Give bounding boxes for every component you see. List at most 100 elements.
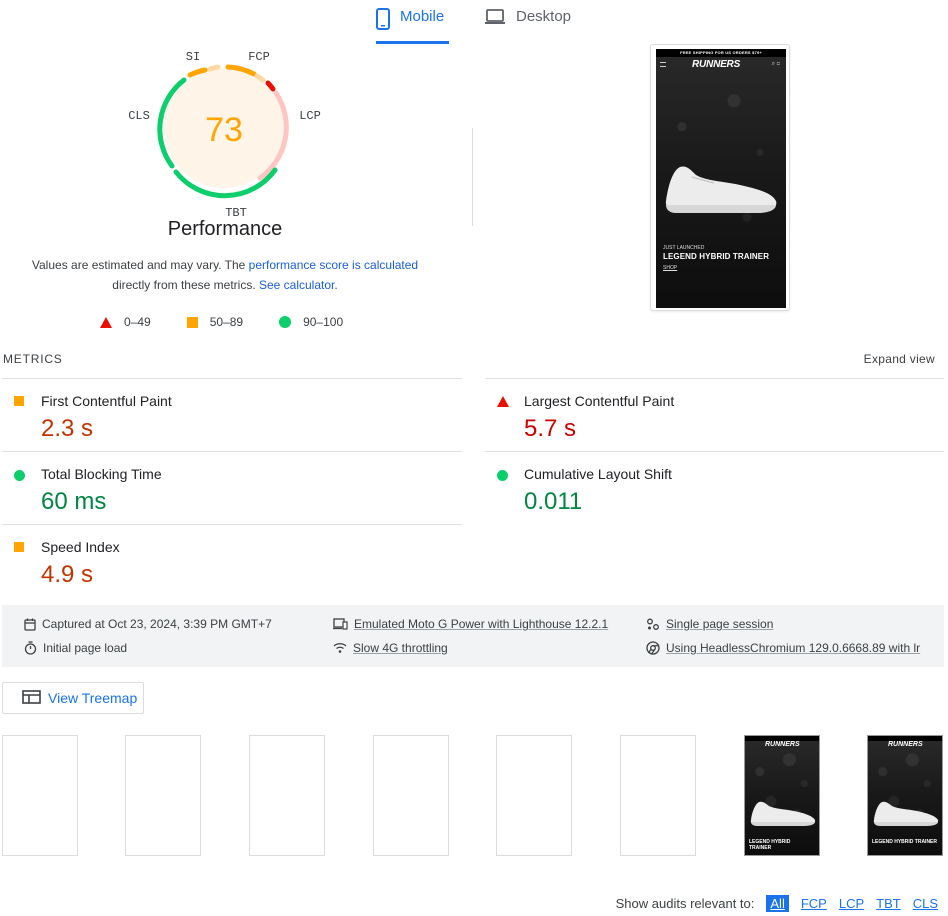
metric-name: Total Blocking Time: [41, 466, 162, 482]
score-legend: 0–49 50–89 90–100: [100, 314, 379, 330]
metric-value: 2.3 s: [41, 415, 94, 442]
tab-mobile[interactable]: Mobile: [376, 8, 449, 44]
metrics-divider: [2, 378, 462, 379]
filmstrip-frame: [2, 735, 78, 856]
emulated-device[interactable]: Emulated Moto G Power with Lighthouse 12…: [333, 617, 608, 631]
shoe-image: [665, 166, 777, 213]
filmstrip-frame: [620, 735, 696, 856]
phone-icon: [376, 8, 390, 30]
runtime-settings: Captured at Oct 23, 2024, 3:39 PM GMT+7 …: [2, 605, 944, 667]
audit-filter: Show audits relevant to: All FCP LCP TBT…: [616, 895, 938, 912]
emulated-text: Emulated Moto G Power with Lighthouse 12…: [354, 617, 609, 631]
session-icon: [646, 618, 660, 631]
orange-square-icon: [186, 316, 198, 328]
see-calculator-link[interactable]: See calculator.: [259, 278, 338, 292]
gauge-label-si: SI: [186, 50, 200, 64]
filmstrip-frame: [373, 735, 449, 856]
frame-logo: RUNNERS: [888, 741, 923, 748]
filter-chip-fcp[interactable]: FCP: [801, 896, 827, 911]
shipping-banner: FREE SHIPPING FOR US ORDERS $79+: [656, 49, 786, 57]
red-triangle-icon: [100, 316, 112, 328]
filter-chip-tbt[interactable]: TBT: [876, 896, 901, 911]
frame-headline: LEGEND HYBRID TRAINER: [872, 839, 938, 845]
devices-icon: [333, 618, 348, 630]
initial-load-text: Initial page load: [43, 641, 128, 655]
session-type[interactable]: Single page session: [646, 617, 773, 631]
red-triangle-icon: [497, 396, 509, 407]
legend-item-fail: 0–49: [100, 315, 151, 329]
device-tabs: Mobile Desktop: [0, 0, 948, 44]
gauge-segment-fcp-gap: [254, 73, 266, 83]
gauge-segment-si-gap: [207, 64, 221, 72]
note-text-2: directly from these metrics.: [112, 278, 259, 292]
browser-version[interactable]: Using HeadlessChromium 129.0.6668.89 wit…: [646, 641, 920, 655]
metric-cls: Cumulative Layout Shift 0.011: [485, 453, 925, 525]
view-treemap-label: View Treemap: [48, 690, 138, 706]
view-treemap-button[interactable]: View Treemap: [2, 682, 144, 714]
metric-name: Cumulative Layout Shift: [524, 466, 672, 482]
network-throttling[interactable]: Slow 4G throttling: [333, 641, 448, 655]
chrome-icon: [646, 641, 660, 655]
metric-value: 60 ms: [41, 488, 107, 515]
metric-tbt: Total Blocking Time 60 ms: [2, 453, 442, 525]
estimate-note: Values are estimated and may vary. The p…: [10, 255, 440, 295]
metrics-divider: [485, 451, 944, 452]
gauge-label-lcp: LCP: [299, 109, 321, 123]
green-circle-icon: [279, 316, 292, 328]
laptop-icon: [484, 8, 506, 26]
filmstrip-frame: [496, 735, 572, 856]
performance-score-link[interactable]: performance score is calculated: [249, 258, 418, 272]
filmstrip-frame-rendered: RUNNERS LEGEND HYBRID TRAINER: [867, 735, 943, 856]
metrics-divider: [2, 451, 462, 452]
metrics-divider: [2, 524, 462, 525]
site-nav: RUNNERS ⌕ ◻: [656, 59, 786, 73]
performance-gauge: 73 SI FCP LCP TBT CLS: [120, 40, 330, 220]
expand-view-toggle[interactable]: Expand view: [864, 352, 935, 366]
search-cart-icons: ⌕ ◻: [771, 61, 780, 67]
legend-item-pass: 90–100: [279, 315, 343, 329]
legend-range-pass: 90–100: [303, 315, 344, 329]
tab-desktop[interactable]: Desktop: [484, 8, 571, 44]
final-screenshot[interactable]: FREE SHIPPING FOR US ORDERS $79+ RUNNERS…: [650, 44, 790, 311]
green-circle-icon: [497, 470, 508, 481]
calendar-icon: [24, 618, 36, 631]
metric-name: First Contentful Paint: [41, 393, 172, 409]
performance-score: 73: [205, 111, 243, 149]
hero-headline: LEGEND HYBRID TRAINER: [663, 252, 770, 261]
frame-logo: RUNNERS: [765, 741, 800, 748]
filmstrip-frame-rendered: RUNNERS LEGEND HYBRID TRAINER: [744, 735, 820, 856]
gauge-label-cls: CLS: [128, 109, 150, 123]
filter-chip-cls[interactable]: CLS: [913, 896, 938, 911]
wifi-icon: [333, 642, 347, 654]
kicker-text: JUST LAUNCHED: [663, 245, 705, 251]
throttling-text: Slow 4G throttling: [353, 641, 448, 655]
metric-fcp: First Contentful Paint 2.3 s: [2, 380, 442, 452]
orange-square-icon: [14, 396, 24, 406]
shoe-image: [873, 801, 939, 826]
metrics-section-label: METRICS: [3, 352, 63, 366]
green-circle-icon: [14, 470, 25, 481]
stopwatch-icon: [24, 641, 37, 655]
audit-filter-label: Show audits relevant to:: [615, 896, 755, 911]
hamburger-icon: [660, 62, 666, 67]
vertical-divider: [472, 128, 473, 226]
frame-headline: LEGEND HYBRID TRAINER: [749, 839, 791, 851]
shoe-image: [750, 801, 816, 826]
legend-item-average: 50–89: [186, 315, 244, 329]
metrics-divider: [485, 378, 944, 379]
filter-chip-all[interactable]: All: [766, 895, 789, 912]
filter-chip-lcp[interactable]: LCP: [839, 896, 864, 911]
legend-range-average: 50–89: [209, 315, 244, 329]
legend-range-fail: 0–49: [124, 315, 151, 329]
metric-value: 5.7 s: [524, 415, 577, 442]
initial-page-load: Initial page load: [24, 641, 127, 655]
metric-si: Speed Index 4.9 s: [2, 526, 442, 598]
gauge-label-fcp: FCP: [248, 50, 270, 64]
metric-lcp: Largest Contentful Paint 5.7 s: [485, 380, 925, 452]
metric-name: Largest Contentful Paint: [524, 393, 675, 409]
session-text: Single page session: [666, 617, 774, 631]
final-screenshot-image: FREE SHIPPING FOR US ORDERS $79+ RUNNERS…: [656, 49, 786, 308]
note-text-1: Values are estimated and may vary. The: [31, 258, 249, 272]
filmstrip-frame: [125, 735, 201, 856]
metric-value: 0.011: [524, 488, 583, 515]
